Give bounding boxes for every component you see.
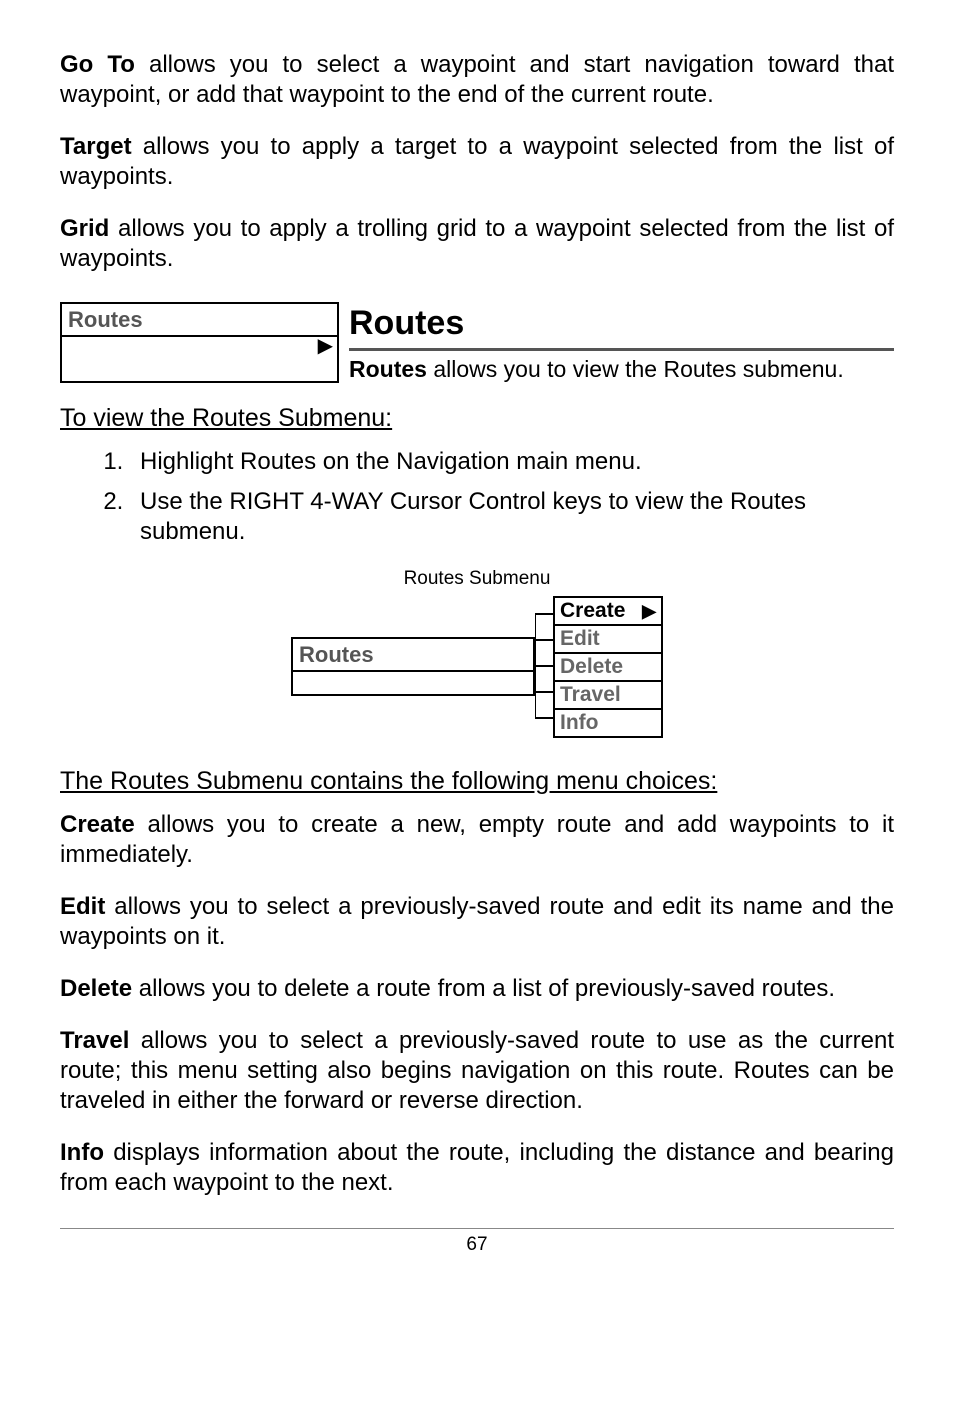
routes-menu-label: Routes	[62, 304, 337, 337]
text-travel: allows you to select a previously-saved …	[60, 1027, 894, 1114]
submenu-item-delete: Delete	[553, 652, 663, 682]
text-target: allows you to apply a target to a waypoi…	[60, 133, 894, 190]
text-info: displays information about the route, in…	[60, 1139, 894, 1196]
paragraph-grid: Grid allows you to apply a trolling grid…	[60, 214, 894, 274]
submenu-figure: Routes Create▶ Edit Delete Travel Info	[60, 596, 894, 736]
paragraph-delete: Delete allows you to delete a route from…	[60, 974, 894, 1004]
text-goto: allows you to select a waypoint and star…	[60, 51, 894, 108]
submenu-left-label: Routes	[293, 639, 533, 672]
paragraph-travel: Travel allows you to select a previously…	[60, 1026, 894, 1116]
text-create: allows you to create a new, empty route …	[60, 811, 894, 868]
label-travel: Travel	[60, 1027, 129, 1054]
step-2: Use the RIGHT 4-WAY Cursor Control keys …	[130, 487, 894, 547]
label-info: Info	[60, 1139, 104, 1166]
text-grid: allows you to apply a trolling grid to a…	[60, 215, 894, 272]
submenu-item-edit: Edit	[553, 624, 663, 654]
section-title: Routes	[349, 302, 894, 351]
routes-menu-box: Routes ▶	[60, 302, 339, 383]
paragraph-info: Info displays information about the rout…	[60, 1138, 894, 1198]
connector-lines	[535, 601, 553, 731]
label-create: Create	[60, 811, 135, 838]
label-delete: Delete	[60, 975, 132, 1002]
submenu-left-blank	[293, 672, 533, 694]
submenu-item-info: Info	[553, 708, 663, 738]
view-routes-heading: To view the Routes Submenu:	[60, 403, 894, 434]
right-triangle-icon: ▶	[642, 600, 656, 623]
paragraph-goto: Go To allows you to select a waypoint an…	[60, 50, 894, 110]
step-1: Highlight Routes on the Navigation main …	[130, 447, 894, 477]
label-edit: Edit	[60, 893, 105, 920]
text-edit: allows you to select a previously-saved …	[60, 893, 894, 950]
label-grid: Grid	[60, 215, 109, 242]
steps-list: Highlight Routes on the Navigation main …	[60, 447, 894, 547]
submenu-item-create: Create▶	[553, 596, 663, 626]
submenu-right-list: Create▶ Edit Delete Travel Info	[553, 596, 663, 736]
submenu-caption: Routes Submenu	[60, 567, 894, 591]
text-delete: allows you to delete a route from a list…	[132, 975, 835, 1002]
label-target: Target	[60, 133, 132, 160]
paragraph-target: Target allows you to apply a target to a…	[60, 132, 894, 192]
paragraph-edit: Edit allows you to select a previously-s…	[60, 892, 894, 952]
paragraph-create: Create allows you to create a new, empty…	[60, 810, 894, 870]
section-subtitle: Routes allows you to view the Routes sub…	[349, 355, 894, 384]
page-number: 67	[60, 1228, 894, 1257]
label-goto: Go To	[60, 51, 135, 78]
choices-heading: The Routes Submenu contains the followin…	[60, 766, 894, 797]
routes-section-header: Routes ▶ Routes Routes allows you to vie…	[60, 302, 894, 383]
right-arrow-icon: ▶	[62, 337, 337, 356]
submenu-item-travel: Travel	[553, 680, 663, 710]
submenu-left-box: Routes	[291, 637, 535, 696]
